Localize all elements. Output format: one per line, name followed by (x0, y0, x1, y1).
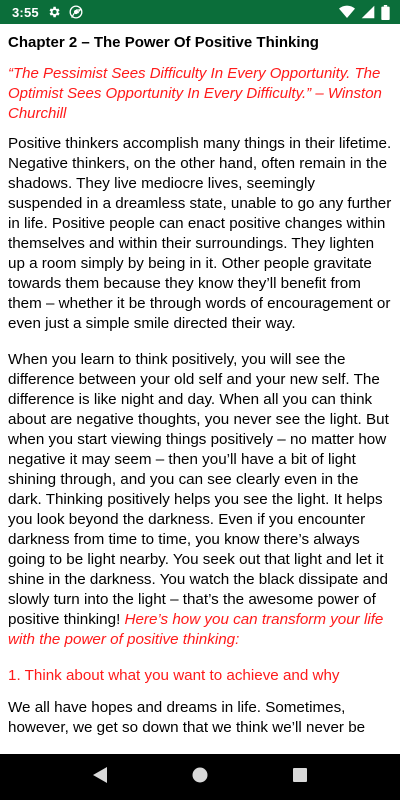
recents-button[interactable] (280, 757, 320, 797)
article-content[interactable]: Chapter 2 – The Power Of Positive Thinki… (0, 24, 400, 754)
status-left: 3:55 (12, 5, 83, 20)
wifi-icon (339, 5, 355, 19)
navigation-bar (0, 754, 400, 800)
status-bar: 3:55 (0, 0, 400, 24)
quote-text: “The Pessimist Sees Difficulty In Every … (8, 65, 382, 122)
chapter-title: Chapter 2 – The Power Of Positive Thinki… (8, 34, 319, 51)
battery-icon (381, 4, 390, 20)
paragraph-1: Positive thinkers accomplish many things… (8, 135, 392, 332)
gear-icon (47, 5, 61, 19)
home-button[interactable] (180, 757, 220, 797)
chrome-icon (69, 5, 83, 19)
back-icon (92, 766, 108, 789)
signal-icon (361, 5, 375, 19)
home-icon (191, 766, 209, 789)
status-right (339, 4, 390, 20)
paragraph-3: We all have hopes and dreams in life. So… (8, 699, 366, 736)
paragraph-2-text: When you learn to think positively, you … (8, 351, 389, 628)
status-time: 3:55 (12, 4, 39, 20)
section-heading-1: 1. Think about what you want to achieve … (8, 667, 340, 684)
recents-icon (292, 767, 308, 788)
back-button[interactable] (80, 757, 120, 797)
paragraph-2: When you learn to think positively, you … (8, 350, 392, 650)
